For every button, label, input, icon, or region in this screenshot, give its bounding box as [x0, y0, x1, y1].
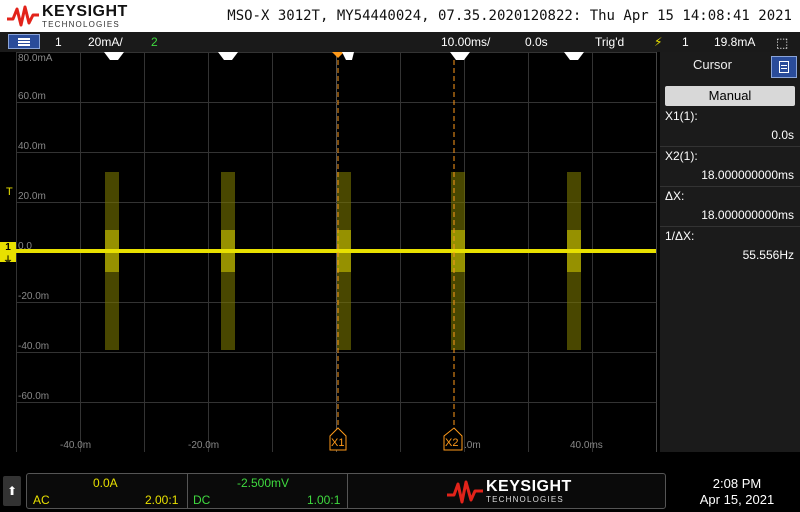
clock-date: Apr 15, 2021	[699, 492, 775, 507]
up-arrow-icon[interactable]: ⬆	[3, 476, 21, 506]
brand-name: KEYSIGHT	[42, 3, 128, 20]
ch1-number[interactable]: 1	[55, 35, 62, 49]
trigger-position-marker	[332, 52, 344, 58]
panel-title: Cursor	[692, 57, 732, 72]
trigger-level-marker[interactable]: T	[6, 186, 13, 198]
y-label-4: 20.0m	[18, 191, 46, 202]
brand-subtitle: TECHNOLOGIES	[486, 495, 564, 504]
trigger-level[interactable]: 19.8mA	[714, 35, 755, 49]
keysight-wave-icon	[7, 5, 39, 27]
inv-delta-x-label: 1/ΔX:	[665, 229, 695, 243]
brand-subtitle: TECHNOLOGIES	[42, 20, 120, 29]
cursor-mode-button[interactable]: Manual	[665, 86, 795, 106]
time-delay[interactable]: 0.0s	[525, 35, 548, 49]
y-label-1: 80.0mA	[18, 53, 53, 64]
x-label-4: 40.0ms	[570, 440, 603, 451]
ch1-probe: 2.00:1	[145, 493, 179, 507]
divider	[660, 226, 800, 227]
y-label-3: 40.0m	[18, 141, 46, 152]
delta-x-value: 18.000000000ms	[701, 208, 794, 222]
title-bar: KEYSIGHT TECHNOLOGIES MSO-X 3012T, MY544…	[0, 0, 800, 32]
ch1-marker-label: 1	[5, 242, 11, 253]
keysight-logo-bottom: KEYSIGHT TECHNOLOGIES	[446, 478, 596, 506]
ch2-settings[interactable]: -2.500mV DC 1.00:1	[187, 474, 348, 508]
graticule	[16, 52, 656, 452]
ch1-offset: 0.0A	[93, 476, 118, 490]
x2-label: X2(1):	[665, 149, 698, 163]
ch1-ground-marker[interactable]: 1 ⏚	[0, 242, 16, 265]
cursor-x1-label[interactable]: X1	[331, 437, 344, 449]
ground-icon: ⏚	[3, 255, 13, 265]
divider	[660, 186, 800, 187]
cursor-panel: Cursor Manual X1(1): 0.0s X2(1): 18.0000…	[660, 52, 800, 452]
ch2-number[interactable]: 2	[151, 35, 158, 49]
ch1-settings[interactable]: 0.0A AC 2.00:1	[27, 474, 188, 508]
x1-value[interactable]: 0.0s	[771, 128, 794, 142]
time-marker-2	[218, 52, 238, 60]
time-marker-5	[564, 52, 584, 60]
trigger-state: Trig'd	[595, 35, 625, 49]
brand-name: KEYSIGHT	[486, 478, 572, 495]
x1-label: X1(1):	[665, 109, 698, 123]
cursor-x2-label[interactable]: X2	[445, 437, 458, 449]
keysight-wave-icon	[447, 480, 483, 504]
trigger-edge-icon[interactable]: ⚡	[654, 35, 662, 49]
y-label-7: -40.0m	[18, 341, 50, 352]
clock-time: 2:08 PM	[712, 476, 762, 491]
timebase-scale[interactable]: 10.00ms/	[441, 35, 490, 49]
main-menu-button[interactable]	[8, 34, 40, 49]
y-label-6: -20.0m	[18, 291, 50, 302]
inv-delta-x-value: 55.556Hz	[742, 248, 794, 262]
panel-menu-icon[interactable]	[771, 56, 797, 78]
ch2-offset: -2.500mV	[237, 476, 290, 490]
time-marker-1	[104, 52, 124, 60]
ch1-coupling: AC	[33, 493, 50, 507]
y-label-2: 60.0m	[18, 91, 46, 102]
zoom-icon[interactable]: ⬚	[776, 35, 788, 51]
clock: 2:08 PM Apr 15, 2021	[684, 476, 790, 508]
waveform-display[interactable]: 80.0mA 60.0m 40.0m 20.0m 0.0 -20.0m -40.…	[16, 52, 657, 452]
trigger-channel[interactable]: 1	[682, 35, 689, 49]
ch1-scale[interactable]: 20mA/	[88, 35, 123, 49]
y-label-5: 0.0	[18, 241, 32, 252]
ch2-probe: 1.00:1	[307, 493, 341, 507]
y-label-8: -60.0m	[18, 391, 50, 402]
keysight-logo: KEYSIGHT TECHNOLOGIES	[6, 3, 128, 29]
instrument-info: MSO-X 3012T, MY54440024, 07.35.202012082…	[227, 8, 792, 24]
status-bar: 1 20mA/ 2 10.00ms/ 0.0s Trig'd ⚡ 1 19.8m…	[0, 32, 800, 52]
delta-x-label: ΔX:	[665, 189, 685, 203]
x-label-1: -40.0m	[60, 440, 92, 451]
x-label-3: .0m	[464, 440, 481, 451]
x2-value[interactable]: 18.000000000ms	[701, 168, 794, 182]
time-marker-3	[342, 52, 354, 60]
time-marker-4	[450, 52, 470, 60]
ch2-coupling: DC	[193, 493, 211, 507]
divider	[660, 146, 800, 147]
x-label-2: -20.0m	[188, 440, 220, 451]
